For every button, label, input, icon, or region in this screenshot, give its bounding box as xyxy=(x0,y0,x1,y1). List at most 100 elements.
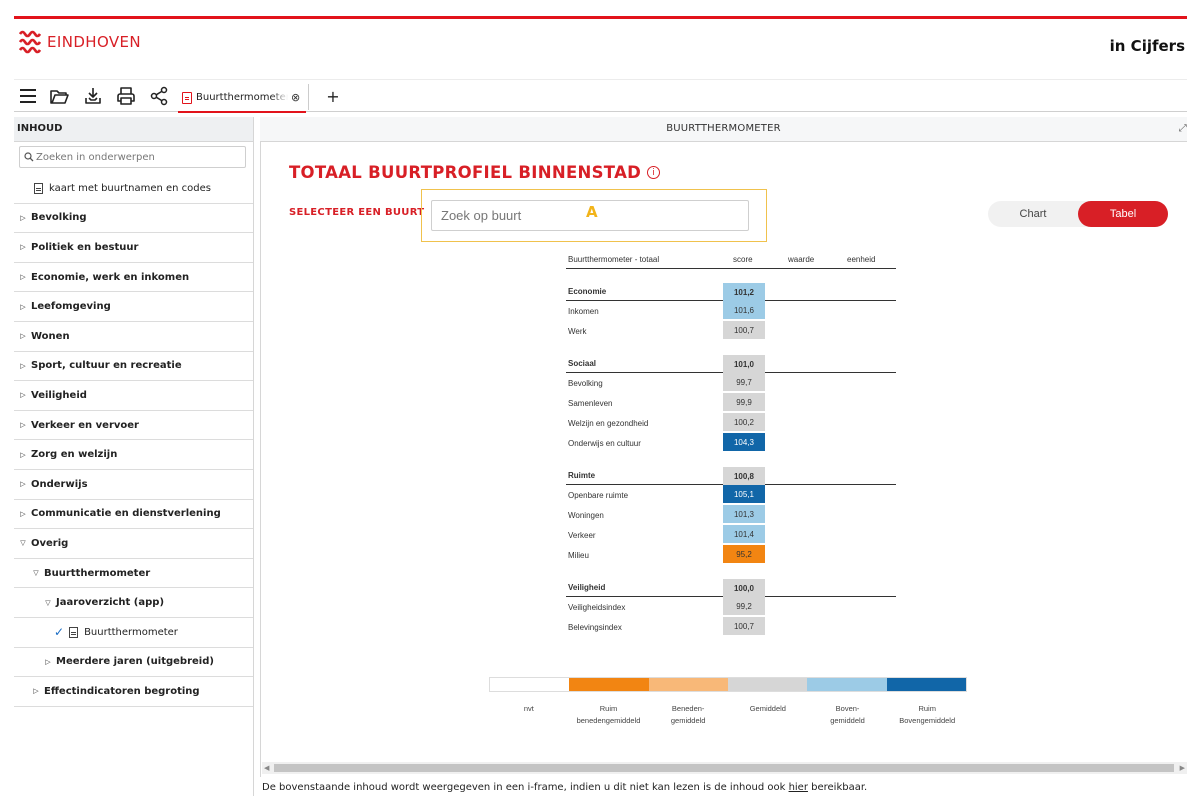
sidebar-item[interactable]: ▽ Overig xyxy=(14,529,253,559)
site-header: EINDHOVEN in Cijfers xyxy=(14,19,1187,74)
sidebar-item-buurtthermometer-selected[interactable]: ✓ Buurtthermometer xyxy=(14,618,253,648)
sidebar-item[interactable]: ▷ Bevolking xyxy=(14,204,253,234)
tab-buurtthermometer[interactable]: Buurtthermometer ⊗ xyxy=(178,84,306,113)
table-row: Verkeer 101,4 xyxy=(566,525,896,545)
sidebar-item[interactable]: ▷ Economie, werk en inkomen xyxy=(14,263,253,293)
row-label: Belevingsindex xyxy=(568,623,622,632)
row-label: Werk xyxy=(568,327,587,336)
sidebar-item[interactable]: ▷ Communicatie en dienstverlening xyxy=(14,500,253,530)
column-header-score: score xyxy=(733,255,753,264)
expand-icon[interactable]: ⤢ xyxy=(1179,123,1187,134)
tab-divider xyxy=(308,84,309,110)
row-label: Woningen xyxy=(568,511,604,520)
sidebar-heading: INHOUD xyxy=(14,117,253,142)
select-buurt-label: SELECTEER EEN BUURT xyxy=(289,207,425,218)
collapsed-triangle-icon: ▷ xyxy=(20,391,26,400)
print-icon xyxy=(117,87,135,105)
scroll-right-icon[interactable]: ▶ xyxy=(1180,762,1185,774)
table-gap xyxy=(566,341,896,353)
table-group-row: Ruimte 100,8 xyxy=(566,465,896,485)
score-cell: 99,9 xyxy=(723,393,765,411)
share-button[interactable] xyxy=(147,84,171,108)
tabel-toggle-button[interactable]: Tabel xyxy=(1078,201,1168,227)
sidebar-search-input[interactable]: Zoeken in onderwerpen xyxy=(19,146,246,168)
sidebar-item-label: Communicatie en dienstverlening xyxy=(31,508,221,520)
table-row: Werk 100,7 xyxy=(566,321,896,341)
add-tab-button[interactable]: + xyxy=(322,84,344,108)
menu-icon xyxy=(20,89,36,103)
legend-swatch xyxy=(569,678,649,691)
search-icon xyxy=(24,152,34,162)
row-label: Veiligheidsindex xyxy=(568,603,626,612)
download-button[interactable] xyxy=(81,84,105,108)
sidebar-item-label: Buurtthermometer xyxy=(84,626,178,638)
download-icon xyxy=(85,88,101,104)
scroll-left-icon[interactable]: ◀ xyxy=(264,762,269,774)
score-cell: 100,8 xyxy=(723,467,765,485)
sidebar-item[interactable]: ▷ Sport, cultuur en recreatie xyxy=(14,352,253,382)
scrollbar-thumb[interactable] xyxy=(274,764,1174,772)
table-gap xyxy=(566,269,896,281)
open-folder-button[interactable] xyxy=(47,84,71,108)
expanded-triangle-icon: ▽ xyxy=(20,539,26,548)
score-cell: 101,2 xyxy=(723,283,765,301)
column-header-eenheid: eenheid xyxy=(847,255,876,264)
row-label: Welzijn en gezondheid xyxy=(568,419,649,428)
table-group-row: Economie 101,2 xyxy=(566,281,896,301)
score-cell: 105,1 xyxy=(723,485,765,503)
document-icon xyxy=(34,182,43,194)
sidebar: INHOUD Zoeken in onderwerpen kaart met b… xyxy=(14,117,254,796)
score-cell: 100,0 xyxy=(723,579,765,597)
legend-label: Gemiddeld xyxy=(749,704,786,713)
sidebar-item[interactable]: ▷ Politiek en bestuur xyxy=(14,233,253,263)
sidebar-item[interactable]: ▷ Wonen xyxy=(14,322,253,352)
close-tab-icon[interactable]: ⊗ xyxy=(291,91,300,104)
iframe-note-link[interactable]: hier xyxy=(789,782,808,793)
table-header-row: Buurtthermometer - totaal score waarde e… xyxy=(566,250,896,269)
table-row: Samenleven 99,9 xyxy=(566,393,896,413)
eindhoven-logo[interactable]: EINDHOVEN xyxy=(19,29,141,55)
sidebar-item-label: Onderwijs xyxy=(31,478,88,490)
content-heading-text: BUURTTHERMOMETER xyxy=(666,123,781,134)
legend-swatch xyxy=(490,678,570,691)
sidebar-item[interactable]: ▷ Leefomgeving xyxy=(14,292,253,322)
sidebar-item-label: Jaaroverzicht (app) xyxy=(56,597,165,609)
print-button[interactable] xyxy=(114,84,138,108)
document-icon xyxy=(182,91,192,104)
menu-button[interactable] xyxy=(16,84,40,108)
share-icon xyxy=(150,86,168,106)
sidebar-item[interactable]: ▷ Verkeer en vervoer xyxy=(14,411,253,441)
content-heading: BUURTTHERMOMETER ⤢ xyxy=(260,117,1187,142)
collapsed-triangle-icon: ▷ xyxy=(20,332,26,341)
legend-label: Ruim benedengemiddeld xyxy=(576,704,641,725)
score-cell: 100,7 xyxy=(723,321,765,339)
sidebar-item[interactable]: ▷ Veiligheid xyxy=(14,381,253,411)
sidebar-item-effectindicatoren[interactable]: ▷ Effectindicatoren begroting xyxy=(14,677,253,707)
sidebar-item-buurtthermometer[interactable]: ▽ Buurtthermometer xyxy=(14,559,253,589)
row-label: Inkomen xyxy=(568,307,599,316)
score-cell: 99,7 xyxy=(723,373,765,391)
folder-open-icon xyxy=(50,90,69,104)
iframe-note-text-end: bereikbaar. xyxy=(807,782,868,793)
info-icon[interactable]: i xyxy=(647,166,661,179)
row-label: Verkeer xyxy=(568,531,596,540)
document-icon xyxy=(69,626,79,638)
horizontal-scrollbar[interactable]: ◀ ▶ xyxy=(262,762,1187,774)
collapsed-triangle-icon: ▷ xyxy=(20,213,26,222)
sidebar-item-label: Meerdere jaren (uitgebreid) xyxy=(56,656,214,668)
sidebar-item-map[interactable]: kaart met buurtnamen en codes xyxy=(14,174,253,204)
sidebar-item-meerdere-jaren[interactable]: ▷ Meerdere jaren (uitgebreid) xyxy=(14,648,253,678)
sidebar-item-jaaroverzicht[interactable]: ▽ Jaaroverzicht (app) xyxy=(14,588,253,618)
sidebar-item-label: kaart met buurtnamen en codes xyxy=(49,182,212,194)
row-label: Ruimte xyxy=(568,471,596,480)
view-toggle: Chart Tabel xyxy=(988,201,1168,227)
sidebar-item[interactable]: ▷ Zorg en welzijn xyxy=(14,440,253,470)
collapsed-triangle-icon: ▷ xyxy=(20,302,26,311)
collapsed-triangle-icon: ▷ xyxy=(20,243,26,252)
chart-toggle-button[interactable]: Chart xyxy=(988,201,1078,227)
table-row: Bevolking 99,7 xyxy=(566,373,896,393)
table-gap xyxy=(566,565,896,577)
logo-text: EINDHOVEN xyxy=(47,33,142,51)
legend-swatch xyxy=(886,678,966,691)
sidebar-item[interactable]: ▷ Onderwijs xyxy=(14,470,253,500)
